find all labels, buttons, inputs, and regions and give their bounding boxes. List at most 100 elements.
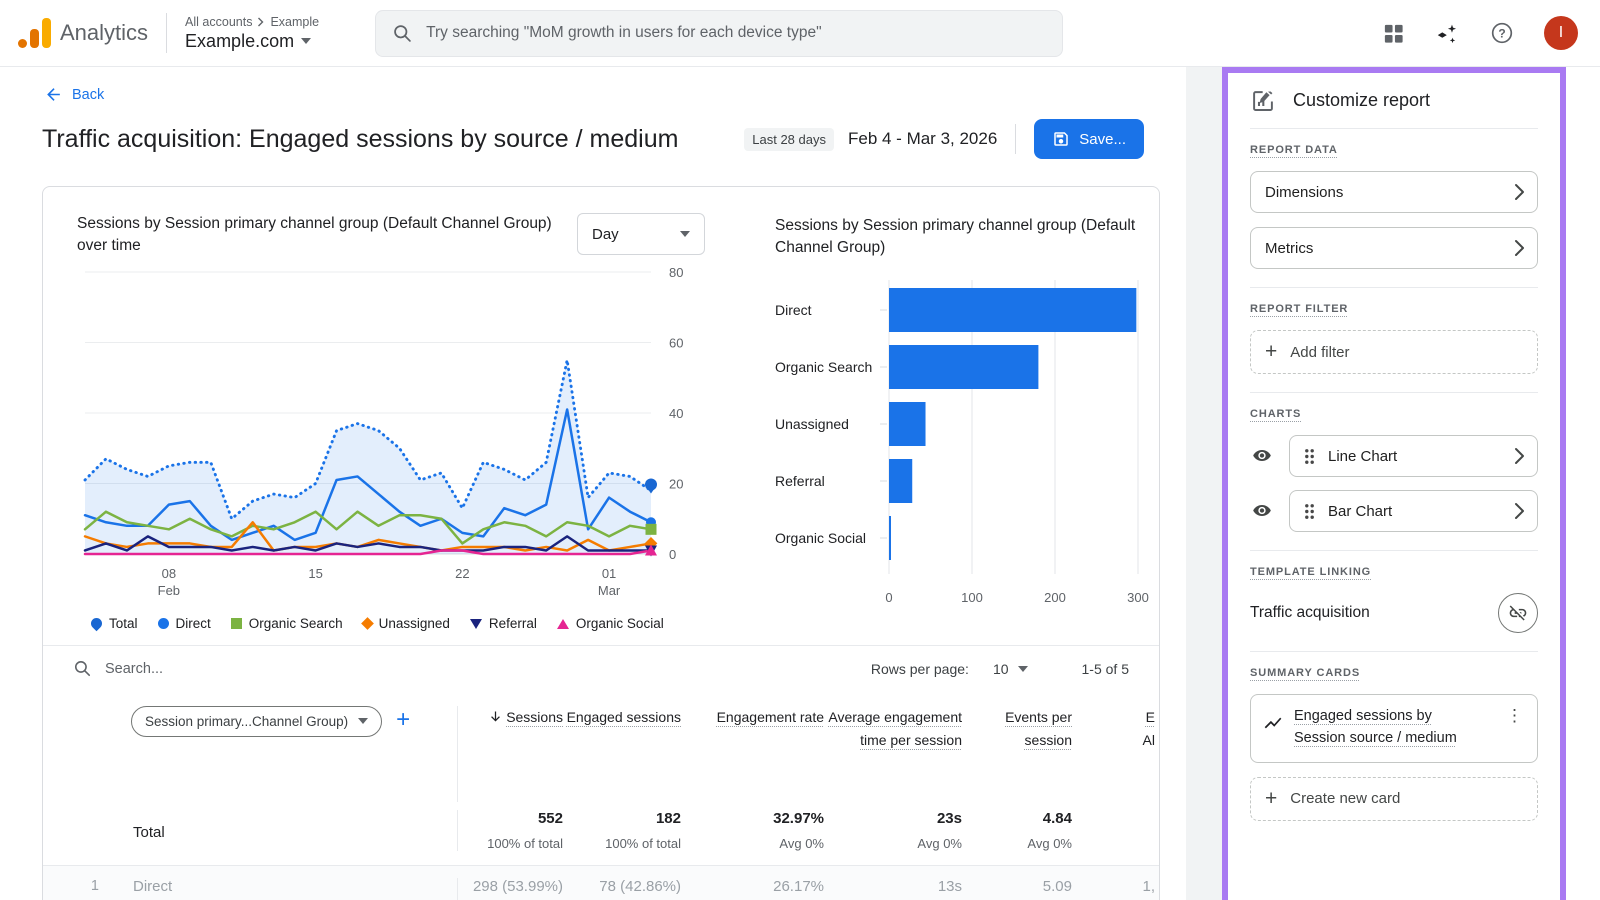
partial-header-line1: E <box>1146 709 1155 725</box>
bar-unassigned[interactable] <box>889 402 926 446</box>
y-axis-label: 40 <box>669 406 683 421</box>
legend-item-organic-social[interactable]: Organic Social <box>557 616 664 631</box>
visibility-eye-icon[interactable] <box>1250 444 1274 468</box>
sparkle-ai-icon[interactable] <box>1435 21 1460 46</box>
analytics-logo-icon[interactable] <box>18 16 51 50</box>
legend-item-direct[interactable]: Direct <box>158 616 211 631</box>
line-chart-svg[interactable]: 02040608008Feb152201Mar <box>77 258 727 604</box>
save-button[interactable]: Save... <box>1034 119 1144 159</box>
chart-item-line-chart[interactable]: Line Chart <box>1289 435 1538 477</box>
rows-per-page-select[interactable]: 10 <box>993 661 1028 677</box>
row-cell: 298 (53.99%) <box>457 878 565 900</box>
create-new-card-button[interactable]: + Create new card <box>1250 777 1538 821</box>
dimension-selector[interactable]: Session primary...Channel Group) <box>131 706 382 737</box>
table-partial-header[interactable]: E Al <box>1074 706 1159 802</box>
partial-header-line2: Al <box>1143 732 1155 748</box>
column-header-label: Sessions <box>506 709 563 725</box>
summary-card[interactable]: Engaged sessions by Session source / med… <box>1250 694 1538 763</box>
item-label: Bar Chart <box>1328 503 1392 520</box>
x-axis-label: 300 <box>1127 590 1149 605</box>
column-header-events-per-session[interactable]: Events per session <box>964 706 1074 802</box>
date-preset-chip[interactable]: Last 28 days <box>744 128 834 151</box>
total-value: 552 <box>458 810 563 827</box>
bar-chart-title: Sessions by Session primary channel grou… <box>775 215 1147 260</box>
table-row[interactable]: 1 Direct 298 (53.99%)78 (42.86%)26.17%13… <box>43 865 1159 900</box>
add-dimension-button[interactable]: + <box>396 706 410 734</box>
drag-handle-icon[interactable] <box>1304 503 1315 520</box>
page-title: Traffic acquisition: Engaged sessions by… <box>42 125 678 154</box>
interval-value: Day <box>592 226 619 243</box>
chart-item-row-line-chart: Line Chart <box>1250 435 1538 477</box>
line-chart-title: Sessions by Session primary channel grou… <box>77 213 569 258</box>
total-subtext: Avg 0% <box>683 836 824 851</box>
direct-marker-icon <box>158 618 169 629</box>
column-header-engagement-rate[interactable]: Engagement rate <box>683 706 826 802</box>
x-axis-label: 15 <box>308 566 322 581</box>
grid-apps-icon[interactable] <box>1382 22 1405 45</box>
row-partial-cell: 1, <box>1074 878 1159 900</box>
column-header-average-engagement-time-per-session[interactable]: Average engagement time per session <box>826 706 964 802</box>
summary-card-line2: Session source / medium <box>1294 730 1457 746</box>
bar-referral[interactable] <box>889 459 912 503</box>
column-header-sessions[interactable]: Sessions <box>457 706 565 802</box>
column-header-engaged-sessions[interactable]: Engaged sessions <box>565 706 683 802</box>
interval-select[interactable]: Day <box>577 213 705 255</box>
report-data-label: REPORT DATA <box>1250 144 1338 156</box>
kebab-menu-icon[interactable]: ⋮ <box>1502 705 1527 726</box>
divider <box>1015 124 1016 154</box>
report-data-items: Dimensions Metrics <box>1250 171 1538 269</box>
summary-cards-label: SUMMARY CARDS <box>1250 667 1360 679</box>
row-cell: 78 (42.86%) <box>565 878 683 900</box>
chevron-right-icon <box>1514 447 1525 465</box>
legend-item-unassigned[interactable]: Unassigned <box>363 616 450 631</box>
content-scroll-gutter[interactable] <box>1186 67 1222 900</box>
legend-item-organic-search[interactable]: Organic Search <box>231 616 343 631</box>
report-data-section: REPORT DATA Dimensions Metrics <box>1250 129 1538 288</box>
avatar[interactable]: I <box>1544 16 1578 50</box>
back-button[interactable]: Back <box>44 85 104 104</box>
total-value: 4.84 <box>964 810 1072 827</box>
app-header: Analytics All accounts Example Example.c… <box>0 0 1600 67</box>
breadcrumb-root: All accounts <box>185 15 252 29</box>
help-icon[interactable]: ? <box>1490 21 1514 45</box>
bar-organic-social[interactable] <box>889 516 891 560</box>
global-search-input[interactable]: Try searching "MoM growth in users for e… <box>375 10 1063 57</box>
organic-social-marker-icon <box>557 619 569 629</box>
end-marker-square <box>646 524 657 535</box>
date-range[interactable]: Feb 4 - Mar 3, 2026 <box>848 129 997 149</box>
add-filter-button[interactable]: + Add filter <box>1250 330 1538 374</box>
row-cell: 26.17% <box>683 878 826 900</box>
total-cell: 32.97% Avg 0% <box>683 810 826 851</box>
item-label: Dimensions <box>1265 184 1343 201</box>
category-label: Organic Search <box>775 359 872 375</box>
table-search-input[interactable]: Search... <box>73 659 163 678</box>
line-chart-block: Sessions by Session primary channel grou… <box>77 213 727 637</box>
chart-item-bar-chart[interactable]: Bar Chart <box>1289 490 1538 532</box>
bar-direct[interactable] <box>889 288 1136 332</box>
report-data-item-metrics[interactable]: Metrics <box>1250 227 1538 269</box>
visibility-eye-icon[interactable] <box>1250 499 1274 523</box>
save-label: Save... <box>1079 131 1126 148</box>
total-label: Total <box>105 810 457 851</box>
legend-label: Unassigned <box>379 616 450 631</box>
bar-organic-search[interactable] <box>889 345 1038 389</box>
row-number: 1 <box>43 878 105 900</box>
report-data-item-dimensions[interactable]: Dimensions <box>1250 171 1538 213</box>
legend-label: Referral <box>489 616 537 631</box>
category-label: Unassigned <box>775 416 849 432</box>
x-axis-label: 08 <box>162 566 176 581</box>
legend-item-total[interactable]: Total <box>91 616 138 631</box>
column-header-label: Engagement rate <box>717 709 824 725</box>
total-value: 32.97% <box>683 810 824 827</box>
unlink-template-button[interactable] <box>1498 593 1538 633</box>
account-switcher[interactable]: All accounts Example Example.com <box>185 15 319 52</box>
summary-cards-section: SUMMARY CARDS Engaged sessions by Sessio… <box>1250 652 1538 839</box>
plus-icon: + <box>1265 340 1277 364</box>
bar-chart-svg[interactable]: 0100200300DirectOrganic SearchUnassigned… <box>775 274 1160 614</box>
column-header-label: Engaged sessions <box>567 709 681 725</box>
unassigned-marker-icon <box>361 618 374 631</box>
legend-item-referral[interactable]: Referral <box>470 616 537 631</box>
drag-handle-icon[interactable] <box>1304 448 1315 465</box>
total-value: 182 <box>565 810 681 827</box>
breadcrumb-current: Example <box>270 15 319 29</box>
